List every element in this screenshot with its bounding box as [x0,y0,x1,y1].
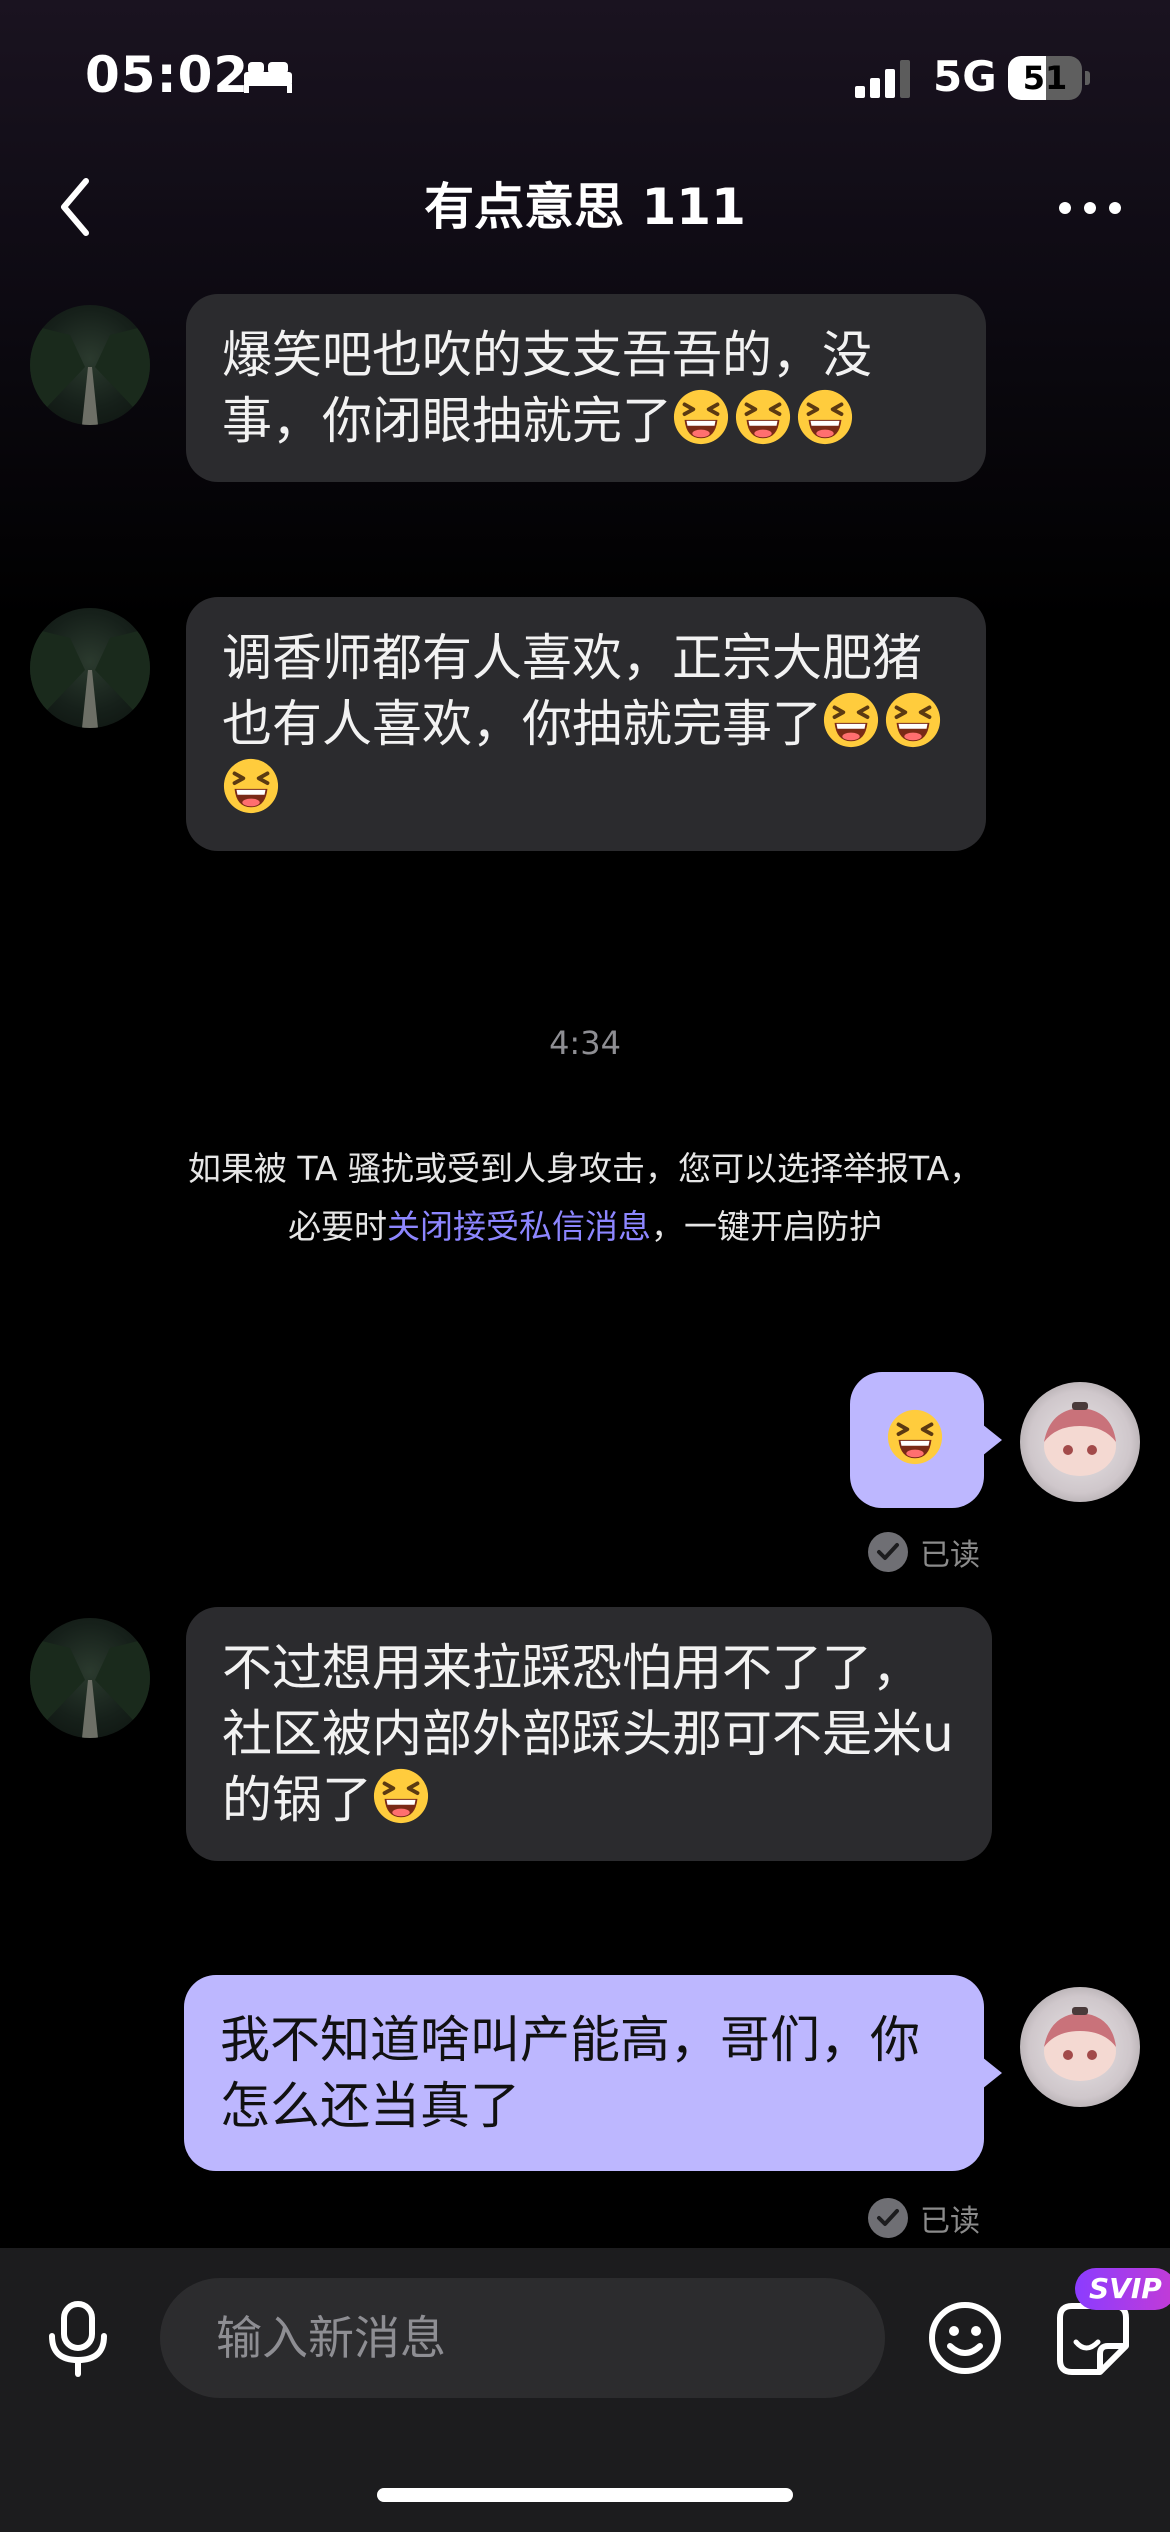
message-text: 不过想用来拉踩恐怕用不了了，社区被内部外部踩头那可不是米u的锅了 [222,1639,954,1829]
notice-suffix: ，一键开启防护 [651,1207,882,1246]
contact-avatar[interactable] [30,1618,150,1738]
laughing-face-icon [373,1768,429,1824]
contact-avatar[interactable] [30,608,150,728]
chat-screen: 05:02 5G 51 有点意思 111 爆笑吧也吹的支支吾吾的，没事，你闭眼抽… [0,0,1170,2532]
read-check-icon [868,1532,908,1572]
disable-dm-link[interactable]: 关闭接受私信消息 [387,1207,651,1246]
smiley-icon[interactable] [925,2298,1005,2378]
status-bar: 05:02 5G 51 [0,0,1170,150]
emoji-run [672,389,858,450]
notice-line-2: 必要时关闭接受私信消息，一键开启防护 [150,1198,1020,1256]
svip-badge: SVIP [1075,2268,1170,2310]
sticker-icon[interactable] [1052,2298,1134,2380]
safety-notice: 如果被 TA 骚扰或受到人身攻击，您可以选择举报TA， 必要时关闭接受私信消息，… [150,1140,1020,1256]
forest-road-avatar-icon [30,628,150,728]
message-bubble-incoming[interactable]: 爆笑吧也吹的支支吾吾的，没事，你闭眼抽就完了 [186,294,986,482]
read-receipt: 已读 [868,1530,980,1574]
read-status: 已读 [920,2204,980,2239]
message-bubble-incoming[interactable]: 调香师都有人喜欢，正宗大肥猪也有人喜欢，你抽就完事了 [186,597,986,851]
message-input[interactable] [160,2278,885,2398]
message-text: 我不知道啥叫产能高，哥们，你怎么还当真了 [220,2011,920,2135]
signal-icon [855,60,910,98]
microphone-icon[interactable] [38,2298,118,2378]
laughing-face-icon [673,389,729,445]
message-bubble-outgoing[interactable] [850,1372,1002,1508]
notice-line-1: 如果被 TA 骚扰或受到人身攻击，您可以选择举报TA， [187,1149,983,1188]
emoji-run [886,1409,948,1470]
anime-character-avatar-icon [1044,2007,1116,2081]
read-receipt: 已读 [868,2196,980,2240]
battery-nub [1085,71,1090,85]
my-avatar[interactable] [1020,1987,1140,2107]
notice-prefix: 必要时 [288,1207,387,1246]
laughing-face-icon [735,389,791,445]
message-text: 调香师都有人喜欢，正宗大肥猪也有人喜欢，你抽就完事了 [222,629,922,753]
read-status: 已读 [920,1538,980,1573]
forest-road-avatar-icon [30,1638,150,1738]
ellipsis-icon [1059,202,1121,214]
laughing-face-icon [823,692,879,748]
chat-title: 有点意思 111 [424,178,746,236]
emoji-run [372,1768,434,1829]
battery-icon: 51 [1008,56,1090,100]
laughing-face-icon [885,692,941,748]
message-bubble-outgoing[interactable]: 我不知道啥叫产能高，哥们，你怎么还当真了 [184,1975,1002,2171]
my-avatar[interactable] [1020,1382,1140,1502]
message-bubble-incoming[interactable]: 不过想用来拉踩恐怕用不了了，社区被内部外部踩头那可不是米u的锅了 [186,1607,992,1861]
battery-percent: 51 [1022,59,1068,97]
more-options-button[interactable] [1050,178,1130,238]
laughing-face-icon [797,389,853,445]
contact-avatar[interactable] [30,305,150,425]
anime-character-avatar-icon [1044,1402,1116,1476]
laughing-face-icon [223,758,279,814]
sleep-focus-icon [244,62,292,93]
message-timestamp: 4:34 [549,1024,621,1062]
forest-road-avatar-icon [30,325,150,425]
laughing-face-icon [887,1409,943,1465]
status-time: 05:02 [85,46,250,104]
nav-bar: 有点意思 111 [0,150,1170,260]
read-check-icon [868,2198,908,2238]
network-label: 5G [933,52,997,101]
home-indicator [377,2488,793,2502]
